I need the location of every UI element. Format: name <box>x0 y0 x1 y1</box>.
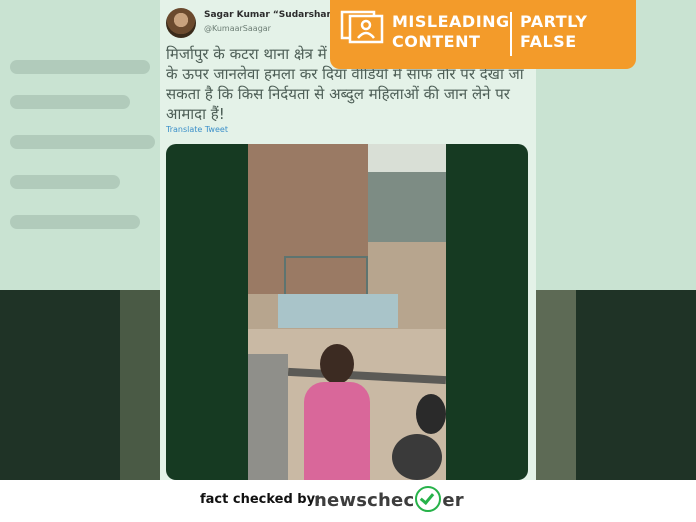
author-handle[interactable]: @KumaarSaagar <box>204 24 271 33</box>
verdict-label: MISLEADING CONTENT PARTLY FALSE <box>330 0 636 69</box>
verdict-partly-false: PARTLY FALSE <box>520 12 588 51</box>
verdict-misleading: MISLEADING CONTENT <box>392 12 510 51</box>
translate-tweet-link[interactable]: Translate Tweet <box>166 125 228 134</box>
avatar[interactable] <box>166 8 196 38</box>
verdict-divider <box>510 12 512 56</box>
blurred-text <box>0 40 160 290</box>
footer: fact checked by: newschec er <box>0 480 696 522</box>
tweet-card: Sagar Kumar “Sudarshan N @KumaarSaagar म… <box>160 0 536 480</box>
video-frame <box>248 144 446 480</box>
author-name[interactable]: Sagar Kumar “Sudarshan N <box>204 10 344 20</box>
fact-checked-by-label: fact checked by: <box>200 492 321 507</box>
tweet-video[interactable] <box>166 144 528 480</box>
newschecker-logo[interactable]: newschec er <box>314 486 464 514</box>
person-card-icon <box>340 10 384 44</box>
checkmark-circle-icon <box>415 486 442 512</box>
